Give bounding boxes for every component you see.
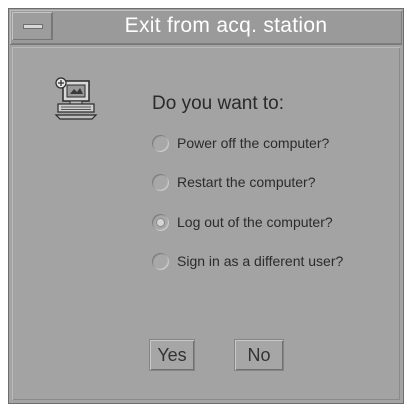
option-log-out[interactable]: Log out of the computer? (152, 210, 333, 234)
radio-power-off[interactable] (152, 134, 169, 152)
option-restart[interactable]: Restart the computer? (152, 170, 316, 194)
option-label: Restart the computer? (177, 174, 316, 190)
exit-dialog: Exit from acq. station Do you want to: P… (8, 8, 404, 404)
dialog-body: Do you want to: Power off the computer? … (12, 47, 400, 400)
radio-log-out[interactable] (152, 213, 169, 231)
computer-icon (54, 77, 98, 120)
radio-restart[interactable] (152, 173, 169, 191)
option-sign-in-different-user[interactable]: Sign in as a different user? (152, 249, 343, 273)
dialog-prompt: Do you want to: (152, 93, 285, 114)
option-label: Sign in as a different user? (177, 253, 344, 269)
option-label: Power off the computer? (177, 135, 330, 151)
option-power-off[interactable]: Power off the computer? (152, 131, 329, 155)
yes-button[interactable]: Yes (149, 339, 195, 371)
window-title: Exit from acq. station (124, 14, 328, 37)
window-menu-icon (23, 24, 43, 29)
no-button[interactable]: No (234, 339, 284, 371)
option-label: Log out of the computer? (177, 214, 333, 230)
radio-sign-in-different-user[interactable] (152, 252, 169, 270)
window-menu-button[interactable] (12, 12, 53, 40)
title-bar[interactable]: Exit from acq. station (10, 10, 402, 45)
